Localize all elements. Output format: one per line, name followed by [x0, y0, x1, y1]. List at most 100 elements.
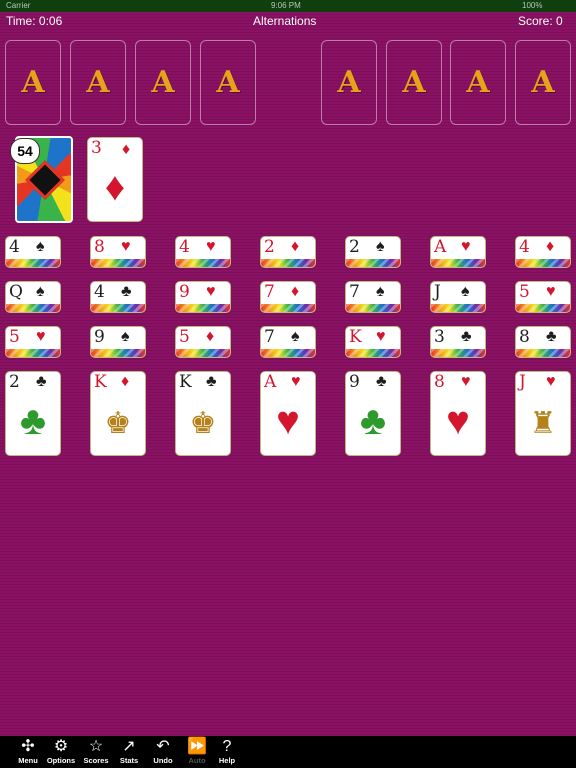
tableau-card[interactable]: K ♥: [345, 326, 401, 358]
card-rank: 8: [434, 372, 445, 392]
club-icon: ♣: [359, 399, 387, 443]
tableau-card[interactable]: 7 ♠: [260, 326, 316, 358]
scores-label: Scores: [83, 756, 109, 765]
tableau-top-card[interactable]: K ♣ ♚: [175, 371, 231, 456]
diamond-icon: ♦: [104, 165, 126, 209]
tableau-top-card[interactable]: 9 ♣ ♣: [345, 371, 401, 456]
tableau-card[interactable]: 4 ♣: [90, 281, 146, 313]
foundation-pile[interactable]: A: [321, 40, 377, 125]
tableau-card[interactable]: 8 ♣: [515, 326, 571, 358]
card-rank: 2: [264, 237, 275, 257]
card-rank: 9: [349, 372, 360, 392]
tableau-card[interactable]: 5 ♥: [5, 326, 61, 358]
card-rank: 2: [9, 372, 20, 392]
card-rank: Q: [9, 282, 23, 302]
tableau-card[interactable]: 4 ♦: [515, 236, 571, 268]
status-bar: Carrier 9:06 PM 100%: [0, 0, 576, 12]
card-rank: A: [264, 372, 277, 392]
card-back-pattern: [91, 349, 145, 357]
card-back-pattern: [6, 259, 60, 267]
tableau-top-card[interactable]: 8 ♥ ♥: [430, 371, 486, 456]
tableau-card[interactable]: Q ♠: [5, 281, 61, 313]
card-back-pattern: [261, 259, 315, 267]
card-back-pattern: [431, 259, 485, 267]
card-rank: K: [179, 372, 192, 392]
king-face-icon: ♚: [104, 407, 132, 440]
tableau-card[interactable]: 7 ♠: [345, 281, 401, 313]
card-back-pattern: [346, 349, 400, 357]
card-rank: J: [519, 372, 526, 392]
auto-button[interactable]: ⏩ Auto: [180, 738, 214, 765]
spade-icon: ♠: [376, 238, 385, 255]
tableau-card[interactable]: 3 ♣: [430, 326, 486, 358]
tableau-card[interactable]: J ♠: [430, 281, 486, 313]
tableau-card[interactable]: 7 ♦: [260, 281, 316, 313]
card-back-pattern: [6, 304, 60, 312]
undo-icon: ↶: [156, 738, 170, 755]
diamond-icon: ♦: [546, 238, 555, 255]
heart-icon: ♥: [546, 283, 556, 300]
card-back-pattern: [261, 349, 315, 357]
help-label: Help: [218, 756, 236, 765]
diamond-icon: ♦: [121, 373, 130, 390]
menu-label: Menu: [18, 756, 38, 765]
tableau-card[interactable]: 5 ♦: [175, 326, 231, 358]
foundation-pile[interactable]: A: [386, 40, 442, 125]
help-button[interactable]: ? Help: [210, 738, 244, 765]
foundation-pile[interactable]: A: [135, 40, 191, 125]
spade-icon: ♠: [461, 283, 470, 300]
foundation-pile[interactable]: A: [70, 40, 126, 125]
diamond-icon: ♦: [206, 328, 215, 345]
tableau-card[interactable]: 2 ♦: [260, 236, 316, 268]
stats-button[interactable]: ↗ Stats: [112, 738, 146, 765]
score: Score: 0: [518, 14, 563, 28]
tableau-card[interactable]: 9 ♥: [175, 281, 231, 313]
tableau-top-card[interactable]: 2 ♣ ♣: [5, 371, 61, 456]
tableau-card[interactable]: 4 ♥: [175, 236, 231, 268]
card-rank: K: [349, 327, 362, 347]
card-back-pattern: [431, 349, 485, 357]
card-back-pattern: [431, 304, 485, 312]
scores-button[interactable]: ☆ Scores: [79, 738, 113, 765]
card-back-pattern: [516, 259, 570, 267]
spade-icon: ♠: [291, 328, 300, 345]
undo-button[interactable]: ↶ Undo: [146, 738, 180, 765]
tableau-card[interactable]: 9 ♠: [90, 326, 146, 358]
menu-icon: ✣: [21, 738, 35, 755]
card-rank: 4: [179, 237, 190, 257]
options-icon: ⚙: [53, 738, 69, 755]
game-info-bar: Time: 0:06 Alternations Score: 0: [0, 12, 576, 30]
foundation-pile[interactable]: A: [515, 40, 571, 125]
heart-icon: ♥: [206, 238, 216, 255]
foundation-pile[interactable]: A: [200, 40, 256, 125]
card-back-pattern: [346, 259, 400, 267]
stock-count-badge: 54: [10, 138, 40, 164]
stats-label: Stats: [119, 756, 139, 765]
tableau-card[interactable]: A ♥: [430, 236, 486, 268]
card-rank: 7: [349, 282, 360, 302]
options-label: Options: [46, 756, 76, 765]
tableau-top-card[interactable]: A ♥ ♥: [260, 371, 316, 456]
tableau-top-card[interactable]: J ♥ ♜: [515, 371, 571, 456]
spade-icon: ♠: [36, 283, 45, 300]
foundation-pile[interactable]: A: [5, 40, 61, 125]
menu-button[interactable]: ✣ Menu: [11, 738, 45, 765]
club-icon: ♣: [376, 373, 387, 390]
options-button[interactable]: ⚙ Options: [44, 738, 78, 765]
tableau-card[interactable]: 2 ♠: [345, 236, 401, 268]
card-rank: 4: [519, 237, 530, 257]
club-icon: ♣: [461, 328, 472, 345]
tableau-card[interactable]: 4 ♠: [5, 236, 61, 268]
waste-card[interactable]: 3 ♦ ♦: [87, 137, 143, 222]
jack-face-icon: ♜: [529, 407, 557, 440]
tableau-top-card[interactable]: K ♦ ♚: [90, 371, 146, 456]
tableau-card[interactable]: 8 ♥: [90, 236, 146, 268]
battery-label: 100%: [522, 1, 543, 10]
card-back-pattern: [91, 304, 145, 312]
club-icon: ♣: [121, 283, 132, 300]
card-rank: 5: [519, 282, 530, 302]
card-rank: 9: [94, 327, 105, 347]
heart-icon: ♥: [36, 328, 46, 345]
foundation-pile[interactable]: A: [450, 40, 506, 125]
tableau-card[interactable]: 5 ♥: [515, 281, 571, 313]
